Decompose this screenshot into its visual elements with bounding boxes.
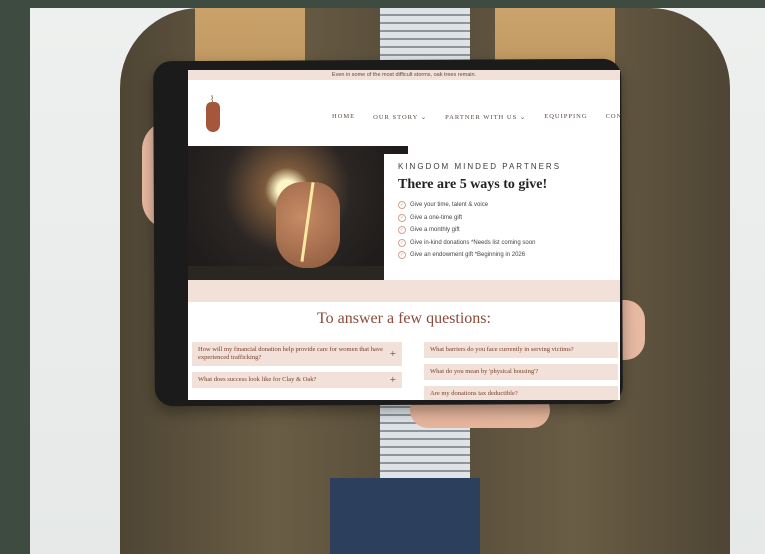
faq-item[interactable]: How will my financial donation help prov… bbox=[192, 342, 402, 366]
vase-logo-icon[interactable] bbox=[206, 102, 220, 132]
plus-icon[interactable]: + bbox=[390, 349, 396, 360]
faq-title: To answer a few questions: bbox=[317, 310, 491, 327]
nav-contact[interactable]: CONTA bbox=[606, 113, 620, 121]
faq-item[interactable]: What barriers do you face currently in s… bbox=[424, 342, 618, 358]
cracked-pot-image bbox=[188, 146, 408, 292]
check-icon: ✓ bbox=[398, 201, 406, 209]
faq-item[interactable]: What do you mean by 'physical housing'? bbox=[424, 364, 618, 380]
check-icon: ✓ bbox=[398, 251, 406, 259]
nav-menu: HOME OUR STORY ⌄ PARTNER WITH US ⌄ EQUIP… bbox=[332, 113, 620, 121]
partners-heading: There are 5 ways to give! bbox=[398, 177, 548, 192]
plus-icon[interactable]: + bbox=[390, 375, 396, 386]
check-icon: ✓ bbox=[398, 226, 406, 234]
jeans bbox=[330, 478, 480, 554]
nav-home[interactable]: HOME bbox=[332, 113, 355, 121]
give-item: ✓ Give a monthly gift bbox=[398, 226, 460, 234]
check-icon: ✓ bbox=[398, 238, 406, 247]
faq-item[interactable]: Are my donations tax deductible? bbox=[424, 386, 618, 400]
partners-card: KINGDOM MINDED PARTNERS There are 5 ways… bbox=[384, 154, 620, 282]
check-icon: ✓ bbox=[398, 213, 406, 222]
nav-equipping[interactable]: EQUIPPING bbox=[544, 113, 587, 121]
tablet-screen: Even in some of the most difficult storm… bbox=[188, 70, 620, 400]
give-list: ✓ Give your time, talent & voice ✓ Give a … bbox=[398, 201, 620, 259]
give-item: ✓ Give your time, talent & voice bbox=[398, 201, 489, 209]
give-item: ✓ Give a one-time gift bbox=[398, 213, 463, 222]
hero-section: KINGDOM MINDED PARTNERS There are 5 ways… bbox=[188, 146, 620, 292]
give-item: ✓ Give an endowment gift *Beginning in 20… bbox=[398, 251, 526, 259]
plant-icon: ⌇ bbox=[210, 94, 215, 104]
top-banner: Even in some of the most difficult storm… bbox=[188, 70, 620, 80]
partners-label: KINGDOM MINDED PARTNERS bbox=[398, 162, 562, 171]
site-nav: ⌇ HOME OUR STORY ⌄ PARTNER WITH US ⌄ EQU… bbox=[188, 80, 620, 146]
divider-band bbox=[188, 280, 620, 302]
faq-right-column: What barriers do you face currently in s… bbox=[424, 342, 618, 400]
nav-partner-with-us[interactable]: PARTNER WITH US ⌄ bbox=[445, 113, 526, 121]
give-item: ✓ Give in-kind donations *Needs list comi… bbox=[398, 238, 536, 247]
faq-item[interactable]: What does success look like for Clay & O… bbox=[192, 372, 402, 388]
nav-our-story[interactable]: OUR STORY ⌄ bbox=[373, 113, 427, 121]
faq-left-column: How will my financial donation help prov… bbox=[192, 342, 402, 394]
